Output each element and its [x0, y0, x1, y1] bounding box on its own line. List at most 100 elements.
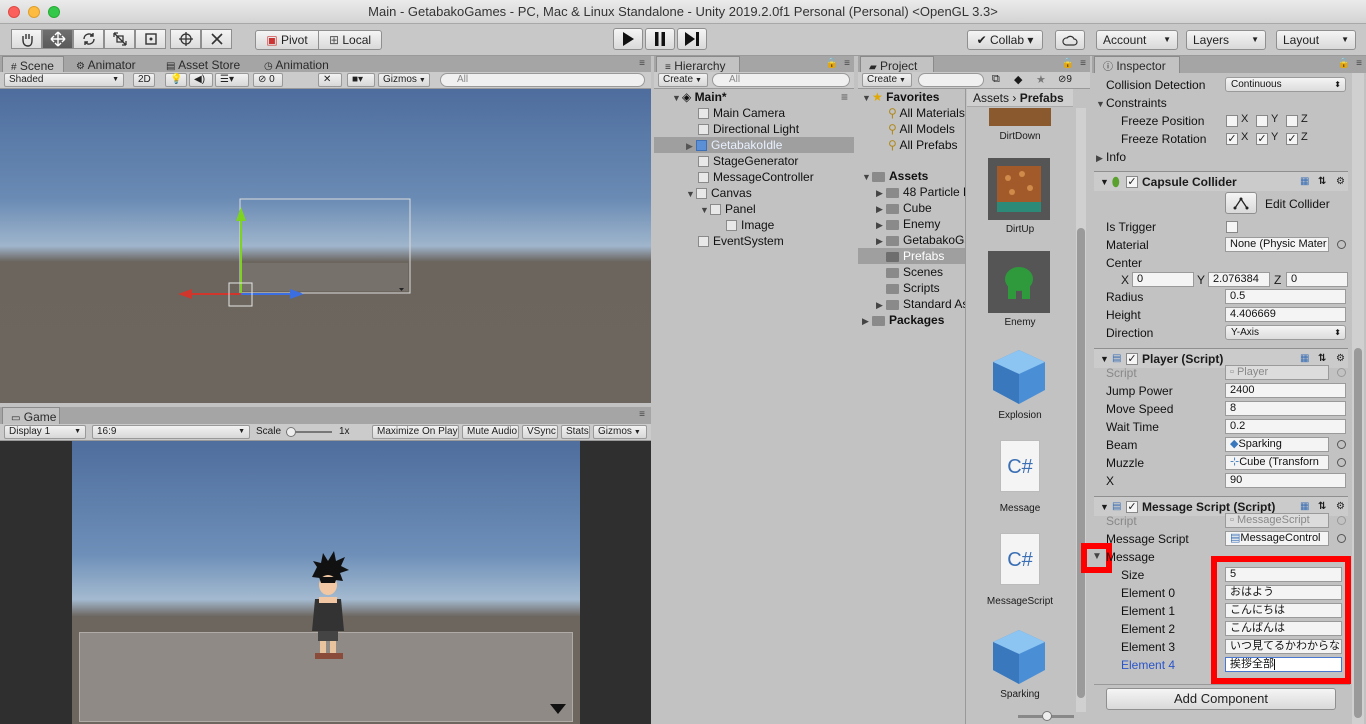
- tab-game[interactable]: ▭ Game: [2, 407, 60, 425]
- capsule-collider-enabled-checkbox[interactable]: ✓: [1126, 176, 1138, 188]
- inspector-scroll-thumb[interactable]: [1354, 348, 1362, 718]
- scene-menu-icon[interactable]: ≡: [841, 89, 848, 105]
- hierarchy-item-eventsystem[interactable]: EventSystem: [654, 233, 854, 249]
- center-y-field[interactable]: 2.076384: [1208, 272, 1270, 287]
- account-dropdown[interactable]: Account ▼: [1096, 30, 1178, 50]
- scene-view[interactable]: [0, 89, 651, 403]
- panel-menu-icon[interactable]: ≡: [1356, 58, 1362, 69]
- enemy-thumbnail[interactable]: [988, 251, 1050, 313]
- capsule-collider-header[interactable]: ▼ ⬮ ✓ Capsule Collider ▦ ⇅ ⚙: [1094, 171, 1348, 191]
- transform-tool-button[interactable]: [170, 29, 201, 49]
- hierarchy-item-messagecontroller[interactable]: MessageController: [654, 169, 854, 185]
- element-3-field[interactable]: いつ見てるかわからない: [1225, 639, 1342, 654]
- breadcrumb-prefabs[interactable]: Prefabs: [1020, 91, 1064, 105]
- tab-inspector[interactable]: ⓘ Inspector: [1094, 56, 1180, 74]
- freeze-position-z-checkbox[interactable]: [1286, 115, 1298, 127]
- hierarchy-item-stagegenerator[interactable]: StageGenerator: [654, 153, 854, 169]
- folder-prefabs[interactable]: Prefabs: [858, 248, 965, 264]
- inspector-scrollbar[interactable]: [1352, 73, 1364, 724]
- scene-tools-button[interactable]: ✕: [318, 73, 342, 87]
- rotate-tool-button[interactable]: [73, 29, 104, 49]
- game-gizmos-dropdown[interactable]: Gizmos ▼: [593, 425, 647, 439]
- freeze-rotation-z-checkbox[interactable]: ✓: [1286, 133, 1298, 145]
- layers-dropdown[interactable]: Layers ▼: [1186, 30, 1266, 50]
- freeze-rotation-y-checkbox[interactable]: ✓: [1256, 133, 1268, 145]
- expand-arrow-icon[interactable]: ▼: [672, 90, 682, 106]
- pause-button[interactable]: [645, 28, 675, 50]
- messagescript-script-icon[interactable]: C#: [1000, 533, 1040, 585]
- message-script-enabled-checkbox[interactable]: ✓: [1126, 501, 1138, 513]
- scene-search-input[interactable]: All: [440, 73, 645, 87]
- element-2-field[interactable]: こんばんは: [1225, 621, 1342, 636]
- local-toggle[interactable]: ⊞ Local: [318, 30, 382, 50]
- breadcrumb-assets[interactable]: Assets: [973, 91, 1009, 105]
- project-scrollbar[interactable]: [1076, 108, 1086, 712]
- edit-collider-button[interactable]: [1225, 192, 1257, 214]
- freeze-position-x-checkbox[interactable]: [1226, 115, 1238, 127]
- project-scroll-thumb[interactable]: [1077, 228, 1085, 698]
- maximize-on-play-toggle[interactable]: Maximize On Play: [372, 425, 459, 439]
- material-field[interactable]: None (Physic Mater: [1225, 237, 1329, 252]
- custom-tool-button[interactable]: [201, 29, 232, 49]
- mute-audio-toggle[interactable]: Mute Audio: [462, 425, 519, 439]
- height-field[interactable]: 4.406669: [1225, 307, 1346, 322]
- jump-power-field[interactable]: 2400: [1225, 383, 1346, 398]
- panel-menu-icon[interactable]: ≡: [844, 58, 850, 69]
- maximize-window-button[interactable]: [48, 6, 60, 18]
- display-dropdown[interactable]: Display 1 ▼: [4, 425, 86, 439]
- collapse-arrow-icon[interactable]: ▶: [1096, 150, 1106, 166]
- constraints-foldout[interactable]: ▼Constraints: [1096, 95, 1167, 111]
- collab-dropdown[interactable]: ✔ Collab ▾: [967, 30, 1043, 50]
- scale-slider[interactable]: [286, 427, 332, 437]
- favorites-header[interactable]: ▼★ Favorites: [858, 89, 939, 105]
- freeze-rotation-x-checkbox[interactable]: ✓: [1226, 133, 1238, 145]
- folder-standard-assets[interactable]: ▶ Standard As: [858, 296, 965, 313]
- folder-cube[interactable]: ▶ Cube: [858, 200, 932, 216]
- explosion-prefab-icon[interactable]: [988, 346, 1050, 408]
- radius-field[interactable]: 0.5: [1225, 289, 1346, 304]
- scale-tool-button[interactable]: [104, 29, 135, 49]
- hierarchy-item-canvas[interactable]: ▼ Canvas: [654, 185, 854, 201]
- message-array-foldout[interactable]: ▼ Message: [1092, 549, 1155, 565]
- vsync-toggle[interactable]: VSync: [522, 425, 558, 439]
- collision-detection-dropdown[interactable]: Continuous ⬍: [1225, 77, 1346, 92]
- add-component-button[interactable]: Add Component: [1106, 688, 1336, 710]
- collapse-arrow-icon[interactable]: ▶: [876, 217, 886, 233]
- collapse-arrow-icon[interactable]: ▶: [876, 185, 886, 201]
- hierarchy-item-panel[interactable]: ▼ Panel: [654, 201, 854, 217]
- dirtup-thumbnail[interactable]: [988, 158, 1050, 220]
- hidden-objects-toggle[interactable]: ⊘ 0: [253, 73, 283, 87]
- packages-header[interactable]: ▶ Packages: [858, 312, 944, 328]
- effects-dropdown[interactable]: ☰▾: [215, 73, 249, 87]
- toggle-2d-button[interactable]: 2D: [133, 73, 155, 87]
- lock-icon[interactable]: 🔒: [1338, 58, 1350, 69]
- is-trigger-checkbox[interactable]: [1226, 221, 1238, 233]
- object-picker-icon[interactable]: [1337, 458, 1346, 467]
- help-book-icon[interactable]: ▦: [1300, 172, 1309, 192]
- hidden-count[interactable]: ⊘9: [1058, 74, 1072, 85]
- thumbnail-size-thumb[interactable]: [1042, 711, 1052, 721]
- stats-toggle[interactable]: Stats: [561, 425, 590, 439]
- info-foldout[interactable]: ▶ Info: [1096, 149, 1126, 165]
- collapse-arrow-icon[interactable]: ▶: [876, 297, 886, 313]
- filter-label-icon[interactable]: ◆: [1014, 73, 1022, 86]
- aspect-dropdown[interactable]: 16:9 ▼: [92, 425, 250, 439]
- muzzle-field[interactable]: ⊹Cube (Transforn: [1225, 455, 1329, 470]
- move-tool-button[interactable]: [42, 29, 73, 49]
- element-4-field[interactable]: 挨拶全部: [1225, 657, 1342, 672]
- hand-tool-button[interactable]: [11, 29, 42, 49]
- expand-arrow-icon[interactable]: ▼: [700, 202, 710, 218]
- project-search-input[interactable]: [918, 73, 984, 87]
- hierarchy-search-input[interactable]: All: [712, 73, 850, 87]
- gizmos-dropdown[interactable]: Gizmos ▼: [378, 73, 430, 87]
- favorite-all-prefabs[interactable]: ⚲ All Prefabs: [858, 137, 958, 153]
- expand-arrow-icon[interactable]: ▼: [1100, 172, 1109, 192]
- collapse-arrow-icon[interactable]: ▶: [876, 233, 886, 249]
- center-x-field[interactable]: 0: [1132, 272, 1194, 287]
- hierarchy-item-main-camera[interactable]: Main Camera: [654, 105, 854, 121]
- collapse-arrow-icon[interactable]: ▶: [876, 201, 886, 217]
- favorite-all-materials[interactable]: ⚲ All Materials: [858, 105, 965, 121]
- layout-dropdown[interactable]: Layout ▼: [1276, 30, 1356, 50]
- size-field[interactable]: 5: [1225, 567, 1342, 582]
- panel-menu-icon[interactable]: ≡: [639, 58, 645, 69]
